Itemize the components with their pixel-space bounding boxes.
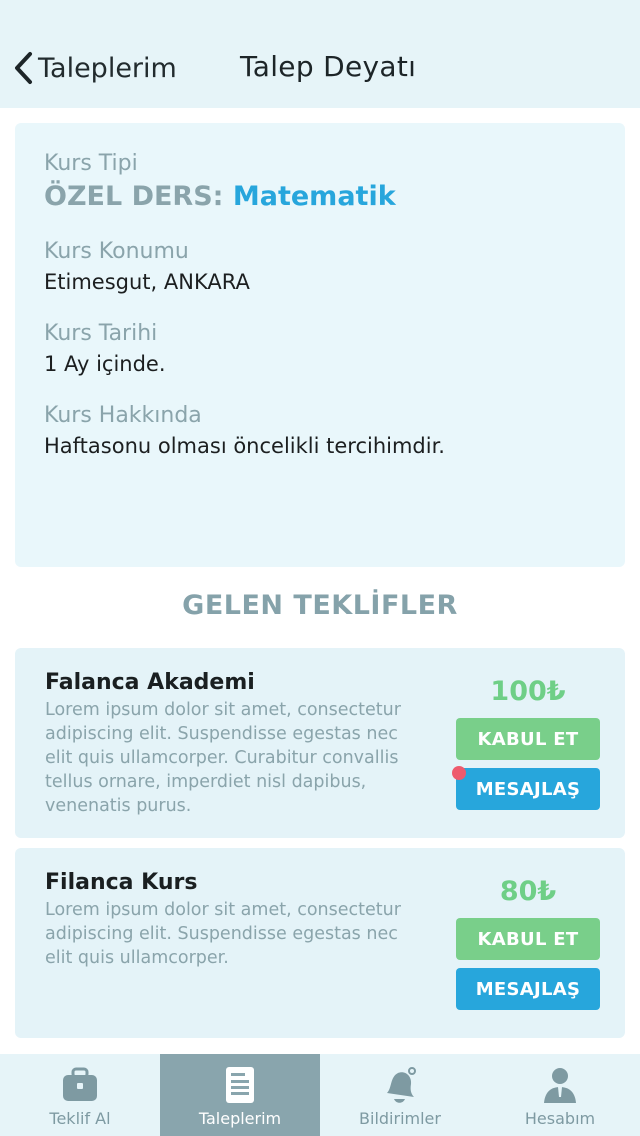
back-label: Taleplerim	[38, 52, 177, 84]
accept-button[interactable]: KABUL ET	[456, 918, 600, 960]
user-icon	[544, 1068, 576, 1103]
notification-dot	[452, 766, 466, 780]
course-type-value: ÖZEL DERS: Matematik	[44, 179, 596, 215]
offer-description: Lorem ipsum dolor sit amet, consectetur …	[45, 900, 401, 968]
message-button[interactable]: MESAJLAŞ	[456, 768, 600, 810]
offers-section-title: GELEN TEKLİFLER	[182, 590, 458, 621]
nav-bar: Taleplerim Talep Deyatı	[0, 0, 640, 108]
offer-card: Falanca Akademi Lorem ipsum dolor sit am…	[15, 648, 625, 838]
course-type-prefix: ÖZEL DERS:	[44, 181, 224, 212]
tab-label: Taleplerim	[198, 1109, 282, 1128]
tab-taleplerim[interactable]: Taleplerim	[160, 1054, 320, 1136]
accept-button[interactable]: KABUL ET	[456, 718, 600, 760]
tab-hesabim[interactable]: Hesabım	[480, 1054, 640, 1136]
back-button[interactable]: Taleplerim	[12, 50, 177, 86]
page-title: Talep Deyatı	[240, 50, 417, 83]
request-detail-card: Kurs Tipi ÖZEL DERS: Matematik Kurs Konu…	[15, 123, 625, 567]
course-type-label: Kurs Tipi	[44, 151, 138, 176]
document-icon	[226, 1067, 254, 1103]
course-about-value: Haftasonu olması öncelikli tercihimdir.	[44, 434, 445, 458]
offer-price: 100₺	[490, 676, 566, 707]
offer-description: Lorem ipsum dolor sit amet, consectetur …	[45, 700, 401, 816]
tab-label: Bildirimler	[359, 1109, 441, 1128]
tab-bar: Teklif Al Taleplerim Bildirimler Hesabım	[0, 1054, 640, 1136]
course-about-label: Kurs Hakkında	[44, 403, 202, 428]
offer-name: Filanca Kurs	[45, 870, 198, 895]
briefcase-icon	[63, 1067, 97, 1101]
course-location-label: Kurs Konumu	[44, 239, 189, 264]
tab-teklif-al[interactable]: Teklif Al	[0, 1054, 160, 1136]
course-subject: Matematik	[232, 181, 396, 212]
tab-bildirimler[interactable]: Bildirimler	[320, 1054, 480, 1136]
offer-card: Filanca Kurs Lorem ipsum dolor sit amet,…	[15, 848, 625, 1038]
chevron-left-icon	[15, 52, 32, 84]
offer-price: 80₺	[499, 876, 557, 907]
course-location-value: Etimesgut, ANKARA	[44, 270, 250, 294]
message-button[interactable]: MESAJLAŞ	[456, 968, 600, 1010]
bell-icon	[387, 1067, 416, 1103]
course-date-label: Kurs Tarihi	[44, 321, 158, 346]
course-date-value: 1 Ay içinde.	[44, 352, 166, 376]
tab-label: Hesabım	[524, 1109, 596, 1128]
tab-label: Teklif Al	[49, 1109, 111, 1128]
offer-name: Falanca Akademi	[45, 670, 255, 695]
